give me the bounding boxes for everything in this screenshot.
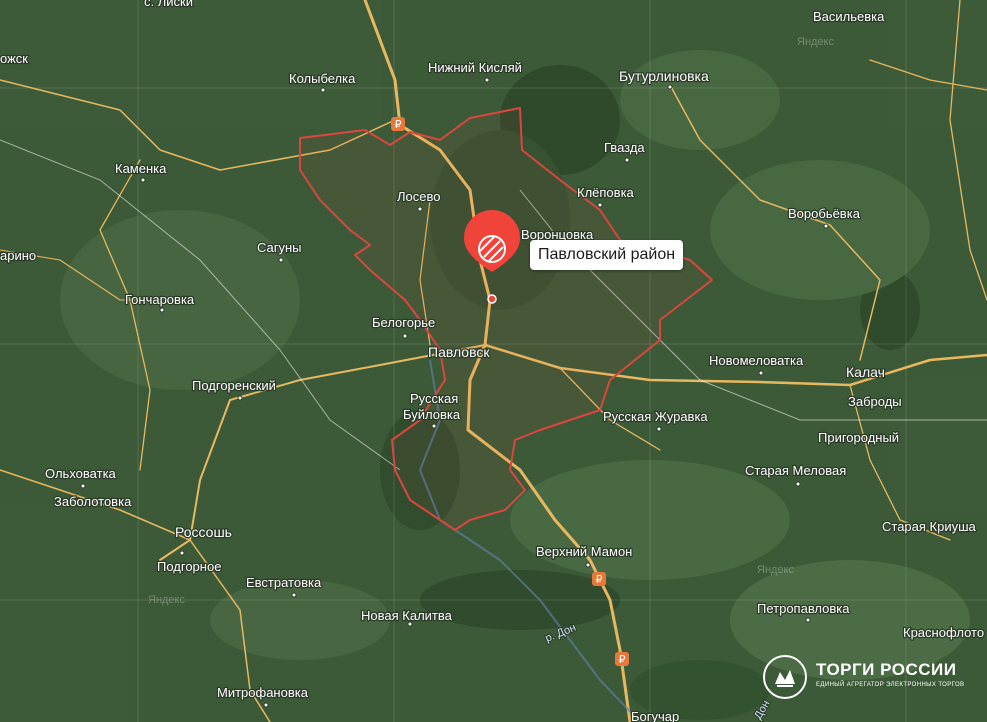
svg-text:₽: ₽ [596,573,603,586]
city-label: Бутурлиновка [619,68,709,84]
city-label: арино [0,248,36,263]
city-label: Каменка [115,161,167,176]
city-label: Россошь [175,524,232,540]
city-label: Подгорное [157,559,221,574]
ruble-icon[interactable]: ₽ [615,652,629,666]
map-watermark: Яндекс [797,36,834,48]
city-label: Новомеловатка [709,353,804,368]
city-label: Гвазда [604,140,645,155]
city-label: Лосево [397,189,440,204]
torgi-logo-icon [763,655,807,699]
city-label: Старая Криуша [882,519,977,534]
city-label: Воробьёвка [788,206,861,221]
city-label: Васильевка [813,9,885,24]
city-label: Ольховатка [45,466,117,481]
city-label: Митрофановка [217,685,309,700]
city-label: Новая Калитва [361,608,453,623]
selected-region-label[interactable]: Павловский район [530,240,684,270]
city-label: Нижний Кисляй [428,60,522,75]
ruble-icon[interactable]: ₽ [391,117,405,131]
city-label: Сагуны [257,240,302,255]
city-label: Пригородный [818,430,899,445]
city-label: Заболотовка [54,494,132,509]
city-label: Павловск [428,344,490,360]
city-label: Гончаровка [125,292,195,307]
city-label: Калач [846,364,885,380]
city-label: Богучар [631,709,679,722]
city-label: Буйловка [403,407,461,422]
city-label: Русская [410,391,458,406]
brand-logo[interactable]: ТОРГИ РОССИИ ЕДИНЫЙ АГРЕГАТОР ЭЛЕКТРОННЫ… [762,652,982,702]
city-label: Петропавловка [757,601,850,616]
svg-text:₽: ₽ [395,118,402,131]
map-watermark: Яндекс [148,594,185,606]
brand-subtitle: ЕДИНЫЙ АГРЕГАТОР ЭЛЕКТРОННЫХ ТОРГОВ [816,682,965,688]
map-watermark: Яндекс [757,564,794,576]
city-label: Старая Меловая [745,463,846,478]
map-canvas[interactable]: ₽ ₽ ₽ Яндекс Яндекс Яндекс р. Дон Дон с.… [0,0,987,722]
city-label: Краснофлото [903,625,984,640]
city-label: Клёповка [577,185,635,200]
city-label: Подгоренский [192,378,276,393]
svg-text:₽: ₽ [619,653,626,666]
city-label: Белогорье [372,315,435,330]
city-label: Верхний Мамон [536,544,632,559]
city-label: с. Лиски [144,0,193,9]
city-label: Колыбелка [289,71,356,86]
brand-title: ТОРГИ РОССИИ [816,660,957,679]
city-label: Заброды [848,394,902,409]
city-label: ожск [0,51,28,66]
ruble-icon[interactable]: ₽ [592,572,606,586]
city-label: Русская Журавка [603,409,708,424]
city-label: Евстратовка [246,575,322,590]
